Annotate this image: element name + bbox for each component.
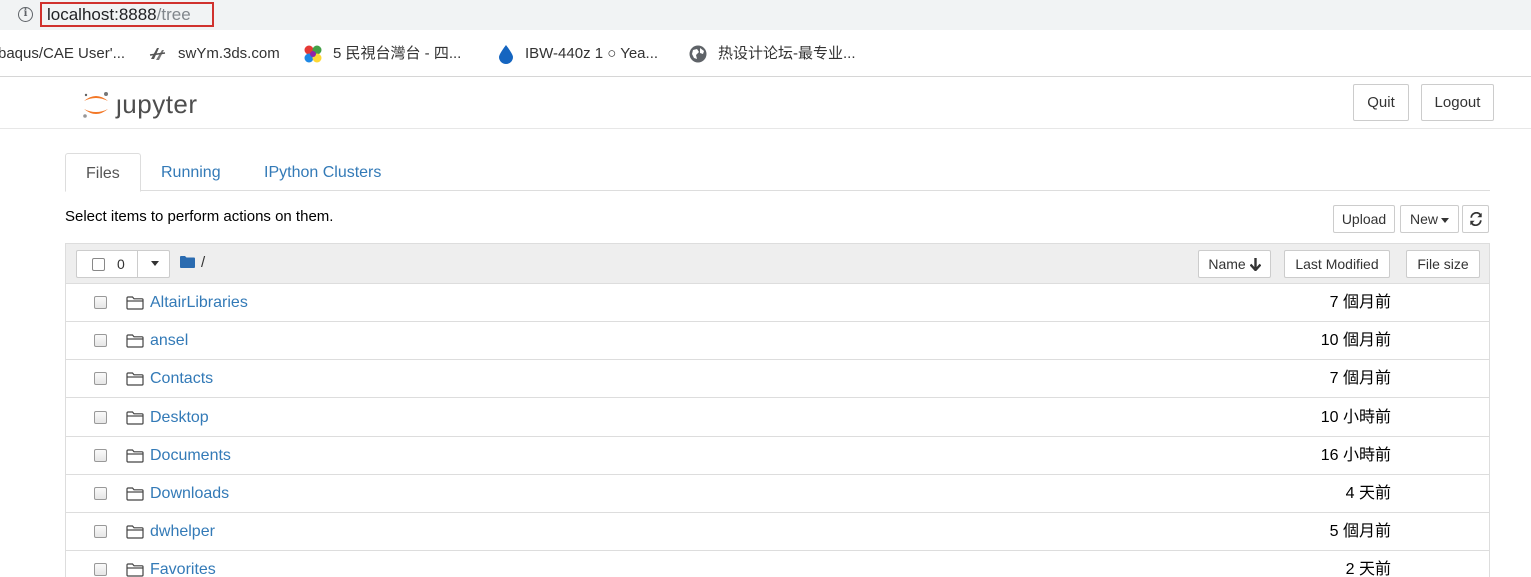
bookmark-thermal-forum[interactable]: 热设计论坛-最专业... (718, 45, 856, 63)
jupyter-logo-text: ȷupyter (116, 89, 198, 119)
bookmark-swym[interactable]: swYm.3ds.com (178, 45, 280, 63)
file-last-modified: 7 個月前 (1329, 370, 1391, 388)
jupyter-logo-icon (83, 92, 108, 118)
bookmarks-bar: baqus/CAE User'... swYm.3ds.com 5 民視台灣台 … (0, 31, 1531, 77)
bookmark-ftv[interactable]: 5 民視台灣台 - 四... (333, 45, 461, 63)
row-checkbox[interactable] (94, 410, 107, 424)
selection-hint: Select items to perform actions on them. (65, 208, 334, 225)
chevron-down-icon (1441, 217, 1449, 223)
sort-name-button[interactable]: Name (1198, 250, 1271, 278)
file-row[interactable]: Favorites 2 天前 (66, 551, 1489, 577)
new-button[interactable]: New (1400, 205, 1459, 233)
file-name-link[interactable]: dwhelper (150, 523, 215, 541)
url-text: localhost:8888/tree (47, 5, 191, 25)
file-row[interactable]: ansel 10 個月前 (66, 322, 1489, 361)
logout-button[interactable]: Logout (1421, 84, 1494, 121)
row-checkbox[interactable] (94, 372, 107, 386)
folder-outline-icon (126, 372, 144, 386)
divider (137, 251, 138, 277)
folder-outline-icon (126, 487, 144, 501)
jupyter-header: ȷupyter Quit Logout (0, 78, 1531, 129)
url-host: localhost:8888 (47, 5, 157, 24)
row-checkbox[interactable] (94, 448, 107, 462)
file-last-modified: 16 小時前 (1320, 446, 1391, 464)
row-checkbox[interactable] (94, 563, 107, 577)
file-name-link[interactable]: AltairLibraries (150, 294, 248, 312)
row-checkbox[interactable] (94, 296, 107, 309)
upload-button[interactable]: Upload (1333, 205, 1395, 233)
file-row[interactable]: Downloads 4 天前 (66, 475, 1489, 513)
info-icon[interactable]: i (18, 7, 33, 22)
file-name-link[interactable]: Favorites (150, 561, 216, 577)
globe-icon (689, 45, 707, 63)
folder-icon (180, 256, 195, 268)
file-name-link[interactable]: Desktop (150, 409, 209, 427)
sort-last-modified-button[interactable]: Last Modified (1284, 250, 1390, 278)
browser-address-bar: i localhost:8888/tree (0, 0, 1531, 30)
folder-outline-icon (126, 334, 144, 348)
file-row[interactable]: Contacts 7 個月前 (66, 360, 1489, 399)
3ds-logo-icon (149, 48, 166, 60)
file-row[interactable]: AltairLibraries 7 個月前 (66, 284, 1489, 322)
folder-outline-icon (126, 563, 144, 577)
row-checkbox[interactable] (94, 487, 107, 500)
folder-outline-icon (126, 410, 144, 425)
water-drop-icon (499, 45, 513, 64)
url-field[interactable]: localhost:8888/tree (40, 2, 214, 27)
folder-outline-icon (126, 296, 144, 310)
new-button-label: New (1409, 211, 1438, 227)
file-row[interactable]: Documents 16 小時前 (66, 437, 1489, 475)
breadcrumb[interactable]: / (201, 254, 205, 272)
jupyter-logo[interactable]: ȷupyter (80, 85, 220, 123)
refresh-button[interactable] (1462, 205, 1489, 233)
file-list-header: 0 / Name Last Modified File size (66, 244, 1489, 284)
file-list-panel: 0 / Name Last Modified File size AltairL… (65, 243, 1490, 577)
file-last-modified: 10 小時前 (1320, 408, 1391, 426)
arrow-down-icon (1249, 258, 1262, 272)
selected-count: 0 (117, 256, 125, 272)
file-last-modified: 5 個月前 (1329, 523, 1391, 541)
file-last-modified: 4 天前 (1345, 485, 1391, 502)
file-row[interactable]: dwhelper 5 個月前 (66, 513, 1489, 552)
refresh-icon (1469, 212, 1482, 226)
file-name-link[interactable]: ansel (150, 332, 188, 350)
tab-files[interactable]: Files (65, 153, 141, 192)
sort-file-size-button[interactable]: File size (1406, 250, 1480, 278)
file-last-modified: 7 個月前 (1329, 294, 1391, 311)
row-checkbox[interactable] (94, 334, 107, 348)
select-menu-chevron-down-icon[interactable] (151, 261, 159, 266)
file-name-link[interactable]: Contacts (150, 370, 213, 388)
file-name-link[interactable]: Downloads (150, 485, 229, 503)
quit-button[interactable]: Quit (1353, 84, 1409, 121)
tab-bar: Files Running IPython Clusters (65, 153, 1490, 192)
select-all-checkbox[interactable] (92, 258, 105, 271)
tab-running[interactable]: Running (141, 153, 241, 191)
file-row[interactable]: Desktop 10 小時前 (66, 399, 1489, 437)
folder-outline-icon (126, 449, 144, 463)
folder-outline-icon (126, 525, 144, 539)
file-last-modified: 10 個月前 (1320, 332, 1391, 350)
url-path: /tree (156, 5, 191, 24)
bookmark-ibw[interactable]: IBW-440z 1 ○ Yea... (525, 45, 658, 63)
row-checkbox[interactable] (94, 525, 107, 539)
select-all-group: 0 (76, 250, 170, 278)
sort-name-label: Name (1208, 256, 1246, 272)
tab-ipython-clusters[interactable]: IPython Clusters (244, 153, 401, 191)
bookmark-abaqus[interactable]: baqus/CAE User'... (0, 45, 125, 63)
file-name-link[interactable]: Documents (150, 447, 231, 465)
file-last-modified: 2 天前 (1345, 561, 1391, 577)
colorful-dots-icon (304, 45, 322, 63)
